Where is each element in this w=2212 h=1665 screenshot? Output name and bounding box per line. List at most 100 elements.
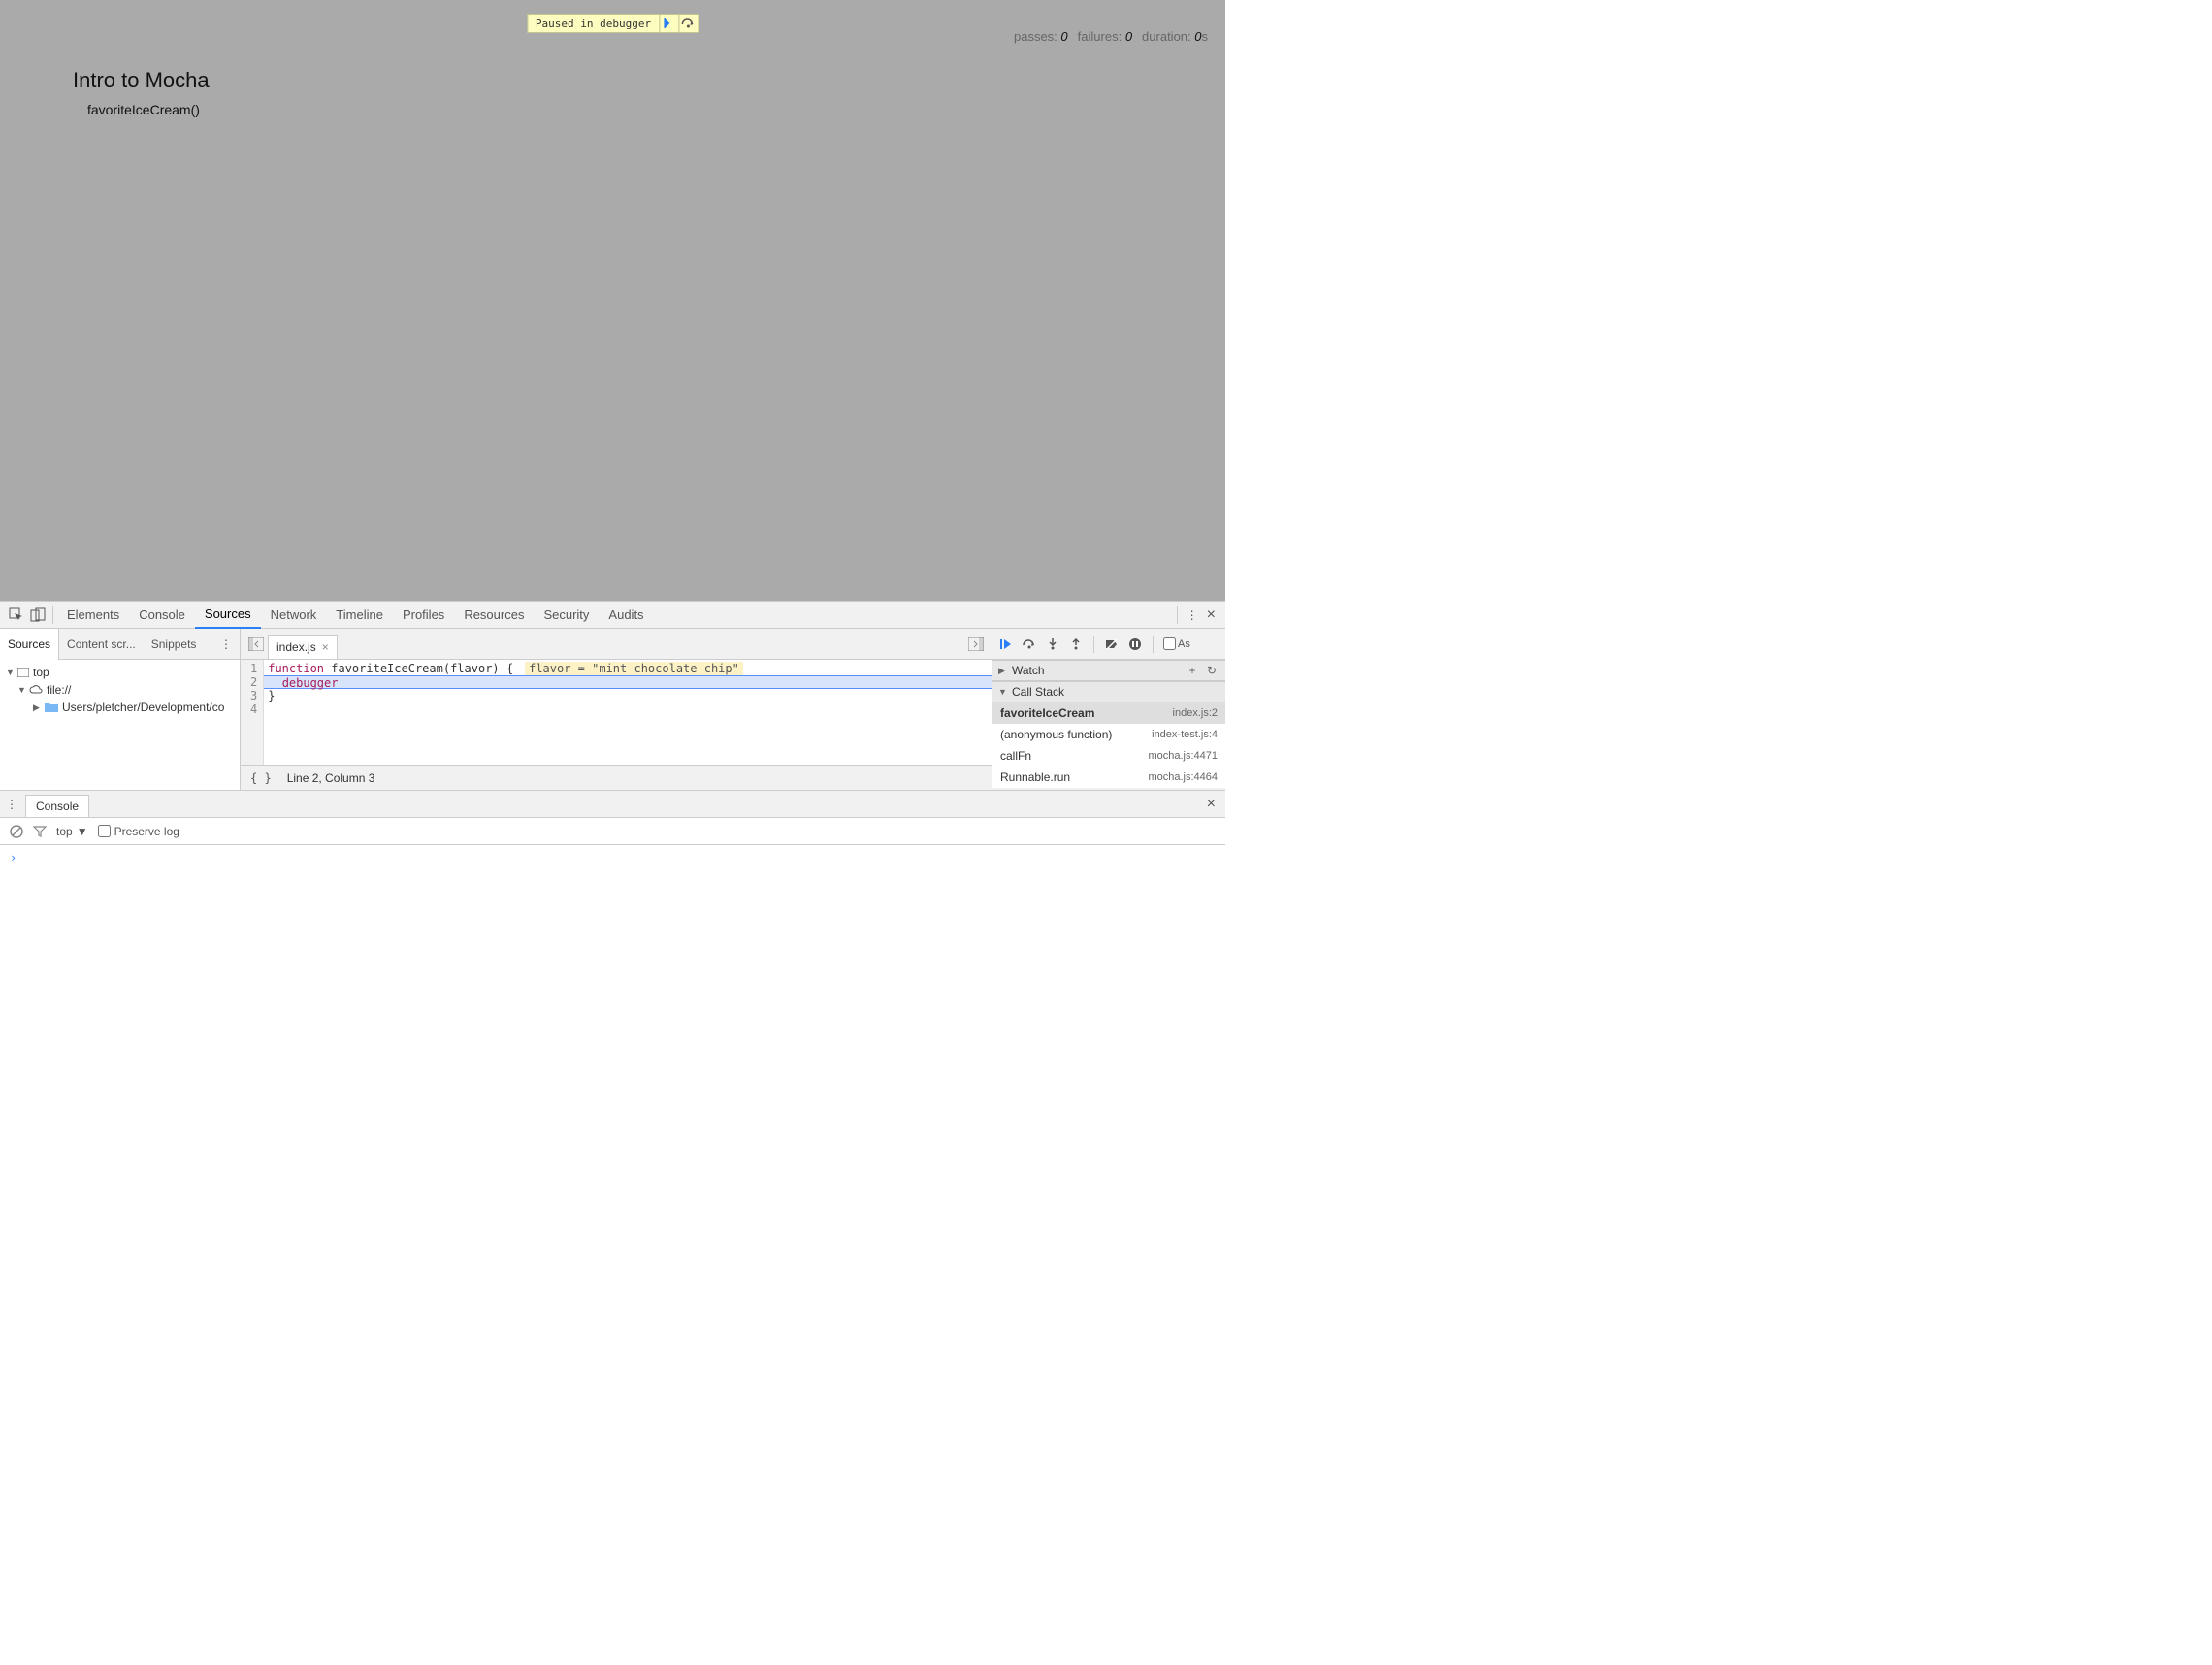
device-toolbar-icon[interactable] [27,604,49,626]
mocha-test-title[interactable]: favoriteIceCream() [87,102,200,117]
nav-tab-content-scripts[interactable]: Content scr... [59,629,144,660]
preserve-log-input[interactable] [98,825,111,837]
stack-frame[interactable]: favoriteIceCream index.js:2 [992,702,1225,724]
file-tree[interactable]: ▼ top ▼ file:// ▶ Users/pletcher/Develop… [0,660,240,790]
chevron-down-icon: ▼ [77,825,88,838]
console-body[interactable]: › [0,845,1225,870]
disclosure-triangle-icon[interactable]: ▶ [33,702,41,713]
stack-frame[interactable]: (anonymous function) index-test.js:4 [992,724,1225,745]
tab-network[interactable]: Network [261,602,327,629]
tab-elements[interactable]: Elements [57,602,129,629]
drawer-menu-icon[interactable]: ⋮ [6,798,17,811]
frame-location[interactable]: index.js:2 [1173,707,1218,719]
more-menu-icon[interactable]: ⋮ [1182,604,1203,626]
frame-location[interactable]: mocha.js:4471 [1148,750,1218,762]
inspect-element-icon[interactable] [6,604,27,626]
duration-stat: duration: 0s [1142,29,1208,44]
step-out-button[interactable] [1068,637,1084,652]
tree-row[interactable]: ▶ Users/pletcher/Development/co [0,699,240,716]
frame-location[interactable]: index-test.js:4 [1152,729,1218,740]
callstack-section-header[interactable]: ▼ Call Stack [992,681,1225,702]
mocha-suite-title: Intro to Mocha [73,68,210,93]
async-checkbox-input[interactable] [1163,637,1176,650]
file-tab-label: index.js [276,640,316,654]
paused-message: Paused in debugger [528,17,659,30]
refresh-watch-icon[interactable]: ↻ [1204,664,1220,677]
file-tab[interactable]: index.js × [268,635,338,659]
pretty-print-icon[interactable]: { } [250,771,272,785]
close-devtools-button[interactable]: × [1203,606,1220,624]
frame-name: callFn [1000,749,1031,763]
cloud-icon [29,685,43,695]
separator [52,606,53,624]
tab-timeline[interactable]: Timeline [326,602,393,629]
debugger-pane: As ▶ Watch + ↻ ▼ Call Stack favoriteIceC… [992,629,1225,790]
close-drawer-button[interactable]: × [1203,796,1220,813]
stack-frame[interactable]: Runnable.run mocha.js:4464 [992,767,1225,788]
nav-tab-snippets[interactable]: Snippets [144,629,205,660]
disclosure-triangle-icon[interactable]: ▼ [17,685,25,695]
code-lines[interactable]: function favoriteIceCream(flavor) {flavo… [264,660,992,765]
tab-security[interactable]: Security [534,602,599,629]
line-number[interactable]: 3 [250,689,257,702]
context-selector[interactable]: top ▼ [56,825,88,838]
drawer-tab-console[interactable]: Console [25,795,89,817]
editor-pane: index.js × 1 2 3 4 function favoriteIceC… [241,629,992,790]
console-toolbar: top ▼ Preserve log [0,818,1225,845]
current-execution-line[interactable]: debugger [264,675,992,689]
debugger-toolbar: As [992,629,1225,660]
line-number[interactable]: 1 [250,662,257,675]
tree-row[interactable]: ▼ file:// [0,681,240,699]
tree-label: Users/pletcher/Development/co [62,701,224,714]
line-gutter[interactable]: 1 2 3 4 [241,660,264,765]
stack-frame[interactable]: callFn mocha.js:4471 [992,745,1225,767]
frame-location[interactable]: mocha.js:4464 [1148,771,1218,783]
toggle-debugger-icon[interactable] [964,633,988,656]
async-checkbox[interactable]: As [1163,637,1190,650]
pause-on-exceptions-button[interactable] [1127,637,1143,652]
code-line[interactable]: } [264,689,992,702]
line-number[interactable]: 4 [250,702,257,716]
frame-name: Runnable.run [1000,770,1070,784]
tab-profiles[interactable]: Profiles [393,602,454,629]
overlay-stepover-button[interactable] [678,15,698,32]
folder-icon [45,702,58,712]
section-title: Watch [1012,664,1045,677]
devtools-tabbar: Elements Console Sources Network Timelin… [0,602,1225,629]
overlay-resume-button[interactable] [659,15,678,32]
code-line[interactable] [264,702,992,716]
navigator-pane: Sources Content scr... Snippets ⋮ ▼ top … [0,629,241,790]
tree-row[interactable]: ▼ top [0,664,240,681]
clear-console-icon[interactable] [10,825,23,838]
mocha-stats: passes: 0 failures: 0 duration: 0s [1014,29,1208,44]
code-editor[interactable]: 1 2 3 4 function favoriteIceCream(flavor… [241,660,992,765]
failures-stat: failures: 0 [1078,29,1132,44]
toggle-navigator-icon[interactable] [244,633,268,656]
close-file-icon[interactable]: × [322,640,329,654]
drawer-tabbar: ⋮ Console × [0,791,1225,818]
resume-button[interactable] [998,637,1014,652]
tab-audits[interactable]: Audits [599,602,653,629]
paused-overlay: Paused in debugger [527,14,699,33]
disclosure-triangle-icon[interactable]: ▶ [998,666,1008,676]
line-number[interactable]: 2 [250,675,257,689]
context-label: top [56,825,73,838]
tab-console[interactable]: Console [129,602,195,629]
disclosure-triangle-icon[interactable]: ▼ [6,668,14,677]
nav-tab-sources[interactable]: Sources [0,629,59,660]
step-over-button[interactable] [1022,637,1037,652]
step-into-button[interactable] [1045,637,1060,652]
disclosure-triangle-icon[interactable]: ▼ [998,687,1008,697]
filter-icon[interactable] [33,825,47,838]
console-prompt-icon: › [10,851,16,865]
frame-name: favoriteIceCream [1000,706,1094,720]
watch-section-header[interactable]: ▶ Watch + ↻ [992,660,1225,681]
code-line[interactable]: function favoriteIceCream(flavor) {flavo… [264,662,992,675]
preserve-log-checkbox[interactable]: Preserve log [98,825,179,838]
tab-sources[interactable]: Sources [195,602,261,629]
tab-resources[interactable]: Resources [454,602,534,629]
deactivate-breakpoints-button[interactable] [1104,637,1120,652]
inline-value: flavor = "mint chocolate chip" [525,662,743,675]
nav-more-icon[interactable]: ⋮ [212,637,240,651]
add-watch-icon[interactable]: + [1185,664,1200,677]
